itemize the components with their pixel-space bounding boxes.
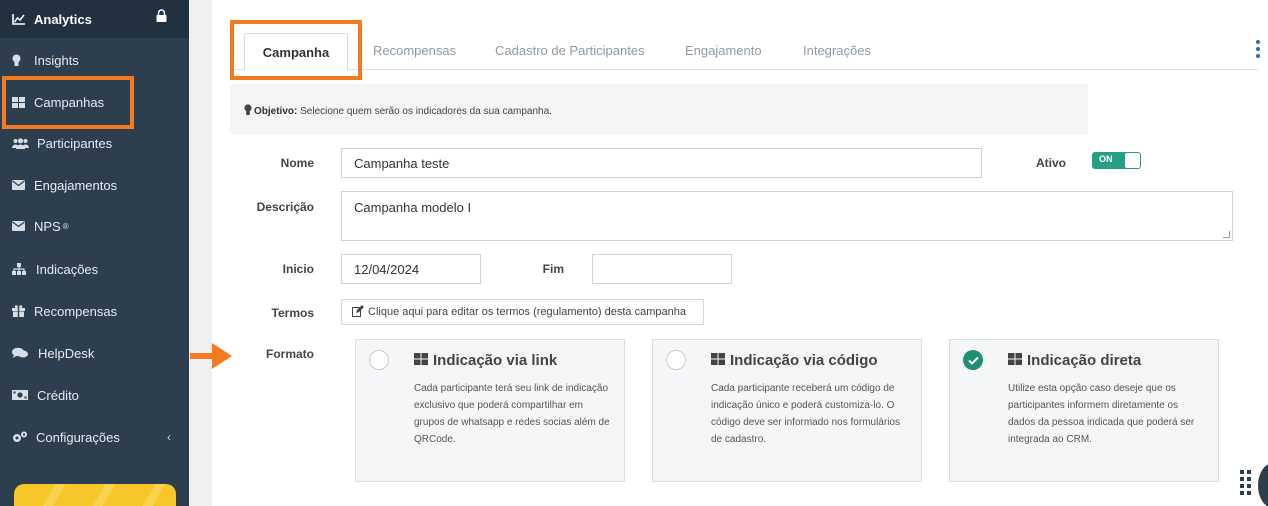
grid-icon (414, 352, 428, 369)
sidebar-item-label: Engajamentos (34, 177, 118, 193)
edit-terms-button[interactable]: Clique aqui para editar os termos (regul… (341, 299, 704, 325)
descricao-textarea[interactable]: Campanha modelo I (341, 191, 1233, 241)
nome-input[interactable]: Campanha teste (341, 148, 982, 178)
toggle-knob (1125, 153, 1140, 168)
chart-area-icon (12, 13, 30, 25)
fim-date-input[interactable] (592, 254, 732, 284)
registered-mark: ® (62, 221, 69, 231)
sidebar-header: Analytics (0, 0, 189, 38)
toggle-state: ON (1099, 154, 1113, 164)
format-radio-checked[interactable] (963, 350, 983, 370)
objective-text: Selecione quem serão os indicadores da s… (297, 106, 552, 117)
tab-cadastro-participantes[interactable]: Cadastro de Participantes (495, 30, 645, 70)
sidebar-item-label: Analytics (34, 11, 92, 27)
money-icon (12, 390, 33, 400)
check-icon (967, 356, 979, 365)
promo-banner[interactable] (14, 484, 176, 506)
objective-prefix: Objetivo: (254, 106, 298, 117)
grid-icon (711, 352, 725, 369)
sidebar-item-insights[interactable]: Insights (0, 40, 189, 80)
sidebar-item-label: Indicações (36, 261, 99, 277)
cogs-icon (12, 431, 32, 443)
format-card-codigo[interactable]: Indicação via código Cada participante r… (652, 339, 922, 482)
sidebar-item-label: Crédito (37, 387, 79, 403)
sidebar-item-configuracoes[interactable]: Configurações ‹ (0, 417, 189, 457)
sitemap-icon (12, 263, 32, 275)
edit-terms-label: Clique aqui para editar os termos (regul… (368, 306, 686, 318)
sidebar-item-engajamentos[interactable]: Engajamentos (0, 165, 189, 205)
envelope-icon (12, 180, 30, 190)
nome-label: Nome (280, 156, 314, 170)
format-radio[interactable] (369, 350, 389, 370)
lock-icon (156, 9, 167, 27)
sidebar-item-label: Insights (34, 52, 79, 68)
tab-engajamento[interactable]: Engajamento (685, 30, 762, 70)
sidebar-item-indicacoes[interactable]: Indicações (0, 249, 189, 289)
ativo-label: Ativo (1036, 156, 1066, 170)
descricao-value: Campanha modelo I (354, 200, 472, 215)
annotation-highlight-tab (230, 20, 362, 80)
format-radio[interactable] (666, 350, 686, 370)
sidebar-item-helpdesk[interactable]: HelpDesk (0, 333, 189, 373)
sidebar-item-credito[interactable]: Crédito (0, 375, 189, 415)
format-description: Cada participante receberá um código de … (711, 383, 900, 445)
sidebar-item-label: NPS (34, 218, 61, 234)
resize-grip-icon[interactable] (1223, 231, 1230, 238)
format-title: Indicação via link (433, 352, 558, 369)
annotation-highlight-campanhas (2, 76, 134, 129)
format-description: Utilize esta opção caso deseje que os pa… (1008, 383, 1195, 445)
format-card-link[interactable]: Indicação via link Cada participante ter… (355, 339, 625, 482)
formato-label: Formato (266, 347, 314, 361)
objective-hint: Objetivo: Selecione quem serão os indica… (230, 84, 1088, 134)
content-gutter (189, 0, 212, 506)
sidebar-item-label: Participantes (37, 135, 113, 151)
format-description: Cada participante terá seu link de indic… (414, 383, 610, 445)
fim-label: Fim (542, 262, 564, 276)
edit-icon (352, 304, 364, 320)
inicio-label: Inicio (282, 262, 314, 276)
main-content: Campanha Recompensas Cadastro de Partici… (190, 0, 1268, 506)
sidebar-item-label: Recompensas (34, 303, 118, 319)
sidebar-item-label: HelpDesk (38, 345, 95, 361)
grid-icon (1008, 352, 1022, 369)
lightbulb-icon (12, 54, 30, 67)
termos-label: Termos (271, 306, 314, 320)
lightbulb-icon (244, 104, 252, 119)
format-title: Indicação via código (730, 352, 878, 369)
gift-icon (12, 305, 30, 317)
sidebar-item-label: Configurações (36, 429, 120, 445)
users-icon (12, 137, 33, 149)
sidebar-item-participantes[interactable]: Participantes (0, 123, 189, 163)
format-card-direta[interactable]: Indicação direta Utilize esta opção caso… (949, 339, 1219, 482)
descricao-label: Descrição (256, 200, 314, 214)
tab-integracoes[interactable]: Integrações (803, 30, 871, 70)
inicio-date-input[interactable]: 12/04/2024 (341, 254, 481, 284)
tab-recompensas[interactable]: Recompensas (373, 30, 456, 70)
sidebar-item-recompensas[interactable]: Recompensas (0, 291, 189, 331)
ativo-toggle[interactable]: ON (1092, 152, 1141, 169)
tab-bar: Campanha Recompensas Cadastro de Partici… (232, 30, 1258, 71)
chevron-left-icon[interactable]: ‹ (167, 430, 171, 444)
comments-icon (12, 347, 34, 359)
more-options-icon[interactable] (1256, 40, 1262, 58)
sidebar-item-nps[interactable]: NPS ® (0, 206, 189, 246)
dialpad-icon[interactable] (1240, 470, 1251, 495)
envelope-icon (12, 221, 30, 231)
annotation-arrow-icon (190, 343, 232, 374)
format-title: Indicação direta (1027, 352, 1142, 369)
